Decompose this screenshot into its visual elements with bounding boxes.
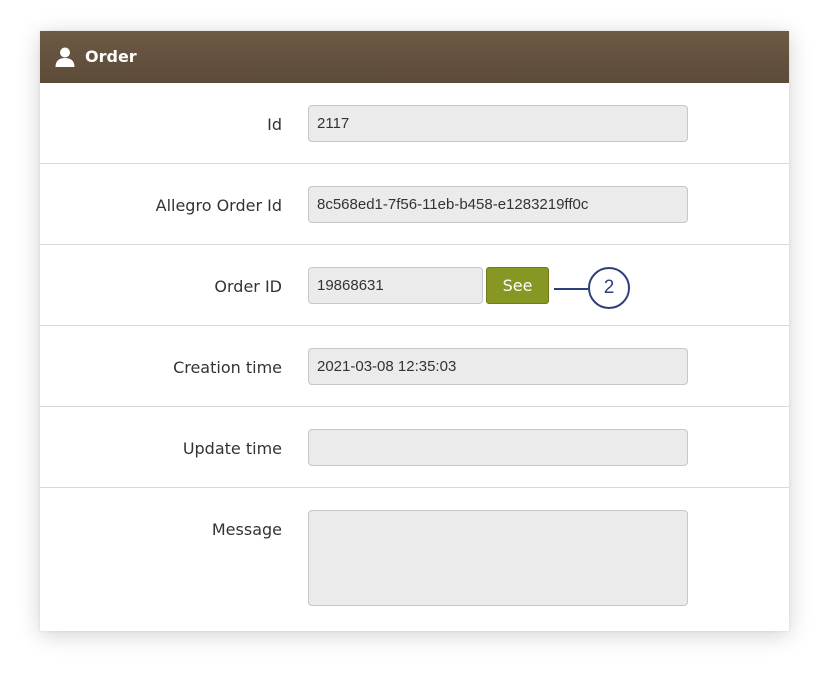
form-row-id: Id 2117 <box>40 83 789 164</box>
panel-header: Order <box>40 31 789 83</box>
user-icon <box>54 46 76 68</box>
form-row-update-time: Update time <box>40 407 789 488</box>
id-label: Id <box>267 115 282 134</box>
form-row-creation-time: Creation time 2021-03-08 12:35:03 <box>40 326 789 407</box>
creation-time-field[interactable]: 2021-03-08 12:35:03 <box>308 348 688 385</box>
callout-connector-line <box>554 288 590 290</box>
callout-number-badge: 2 <box>588 267 630 309</box>
message-textarea[interactable] <box>308 510 688 606</box>
allegro-order-id-field[interactable]: 8c568ed1-7f56-11eb-b458-e1283219ff0c <box>308 186 688 223</box>
creation-time-label: Creation time <box>173 358 282 377</box>
update-time-label: Update time <box>182 439 282 458</box>
order-panel: Order Id 2117 Allegro Order Id 8c568ed1-… <box>40 31 789 631</box>
panel-title: Order <box>85 47 137 66</box>
order-id-label: Order ID <box>214 277 282 296</box>
message-label: Message <box>211 520 282 539</box>
form-row-allegro-order-id: Allegro Order Id 8c568ed1-7f56-11eb-b458… <box>40 164 789 245</box>
id-field[interactable]: 2117 <box>308 105 688 142</box>
order-id-field[interactable]: 19868631 <box>308 267 483 304</box>
see-order-button[interactable]: See <box>486 267 549 304</box>
form-row-order-id: Order ID 19868631 See <box>40 245 789 326</box>
form-row-message: Message <box>40 488 789 631</box>
update-time-field[interactable] <box>308 429 688 466</box>
allegro-order-id-label: Allegro Order Id <box>155 196 282 215</box>
